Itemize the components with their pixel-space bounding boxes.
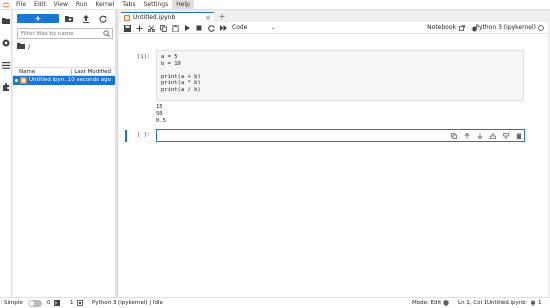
cell-type-select[interactable]: Code ⌄ [232,24,277,32]
breadcrumb-root[interactable]: / [28,44,30,51]
menu-help[interactable]: Help [172,0,194,10]
menu-run[interactable]: Run [72,0,92,10]
kernels-count[interactable]: 1 [70,300,74,307]
chevron-down-icon: ⌄ [270,25,275,31]
current-file-name: Untitled.ipynb [487,300,526,306]
add-cell-icon[interactable] [135,24,143,32]
move-cell-up-icon[interactable] [463,132,470,139]
kernel-status-icon [537,24,545,32]
paste-icon[interactable] [171,24,179,32]
running-sessions-icon[interactable] [2,39,10,47]
simple-mode-label: Simple [4,300,23,306]
code-cell-editor[interactable]: a = 5 b = 10 print(a + b) print(a * b) p… [156,50,524,101]
filter-files-input[interactable] [18,29,102,38]
copy-icon[interactable] [159,24,167,32]
file-modified: 10 seconds ago [67,77,111,83]
table-of-contents-icon[interactable] [2,61,10,69]
add-tab-button[interactable]: + [218,12,226,21]
menu-file[interactable]: File [12,0,30,10]
open-external-icon[interactable] [458,24,466,32]
column-name-header[interactable]: Name [19,69,35,75]
file-list-header: Name Last Modified [13,67,115,76]
new-folder-icon[interactable] [65,15,73,23]
kernel-icon [77,300,83,308]
tab-bar: Untitled.ipynb × + [118,10,550,22]
edit-mode-label: Mode: Edit [412,300,442,306]
main-area: Untitled.ipynb × + Code ⌄ Notebook Pytho… [118,10,550,297]
tab-untitled-notebook[interactable]: Untitled.ipynb × [121,12,214,22]
notebook-mode-label[interactable]: Notebook [427,24,456,32]
notebook-file-icon [20,77,27,84]
run-icon[interactable] [183,24,191,32]
cell-output: 15 50 0.5 [156,104,166,124]
menu-view[interactable]: View [50,0,72,10]
file-name: Untitled.ipyn... [29,77,70,83]
upload-icon[interactable] [82,15,90,23]
notebook-tab-icon [124,14,130,21]
folder-icon[interactable] [2,16,10,24]
new-launcher-button[interactable]: + [17,14,59,23]
insert-cell-below-icon[interactable] [502,132,509,139]
refresh-icon[interactable] [99,15,107,23]
cell-prompt: [ ]: [137,132,151,138]
simple-mode-toggle[interactable] [28,300,42,307]
filter-files-input-wrap [17,28,113,39]
menu-edit[interactable]: Edit [30,0,50,10]
jupyter-logo-icon [0,0,12,10]
notebook-panel: Code ⌄ Notebook Python 3 (ipykernel) [1]… [119,22,548,297]
close-icon[interactable]: × [205,14,211,22]
breadcrumb: / [17,43,30,51]
restart-kernel-icon[interactable] [207,24,215,32]
cell-type-value: Code [232,24,248,31]
status-bar: Simple 0 1 Python 3 (ipykernel) | Idle M… [0,297,550,308]
fast-forward-icon[interactable] [219,24,227,32]
terminal-icon [54,300,60,308]
notification-count[interactable]: 1 [538,300,542,307]
duplicate-cell-icon[interactable] [450,132,457,139]
stop-icon[interactable] [195,24,203,32]
file-list-item[interactable]: Untitled.ipyn... 10 seconds ago [13,76,115,85]
menu-kernel[interactable]: Kernel [91,0,118,10]
insert-cell-above-icon[interactable] [489,132,496,139]
cell-prompt: [1]: [137,54,151,60]
menu-bar: File Edit View Run Kernel Tabs Settings … [0,0,550,10]
notebook-toolbar: Code ⌄ Notebook Python 3 (ipykernel) [119,22,548,34]
file-browser-toolbar: + [13,14,115,24]
column-last-modified-header[interactable]: Last Modified [74,69,111,75]
save-icon[interactable] [123,24,131,32]
search-icon [103,30,110,39]
cut-icon[interactable] [147,24,155,32]
tab-label: Untitled.ipynb [133,14,176,21]
left-sidebar-tabs [0,10,12,297]
kernel-name[interactable]: Python 3 (ipykernel) [475,24,536,32]
column-divider[interactable] [71,69,72,75]
toggle-knob [29,301,34,306]
cursor-position[interactable]: Ln 1, Col 1 [458,300,487,307]
menu-settings[interactable]: Settings [140,0,173,10]
move-cell-down-icon[interactable] [476,132,483,139]
terminals-count[interactable]: 0 [47,300,51,307]
extension-manager-icon[interactable] [2,83,10,91]
running-indicator-icon [15,79,18,82]
file-browser: + / Name Last Modified Untitled.ipyn... [13,10,115,297]
menu-tabs[interactable]: Tabs [118,0,139,10]
shield-icon [443,300,449,308]
delete-cell-icon[interactable] [515,132,522,139]
active-cell-indicator [125,130,127,142]
notification-bell-icon[interactable] [530,300,536,308]
kernel-status-text[interactable]: Python 3 (ipykernel) | Idle [92,300,163,307]
home-folder-icon[interactable] [17,43,25,51]
